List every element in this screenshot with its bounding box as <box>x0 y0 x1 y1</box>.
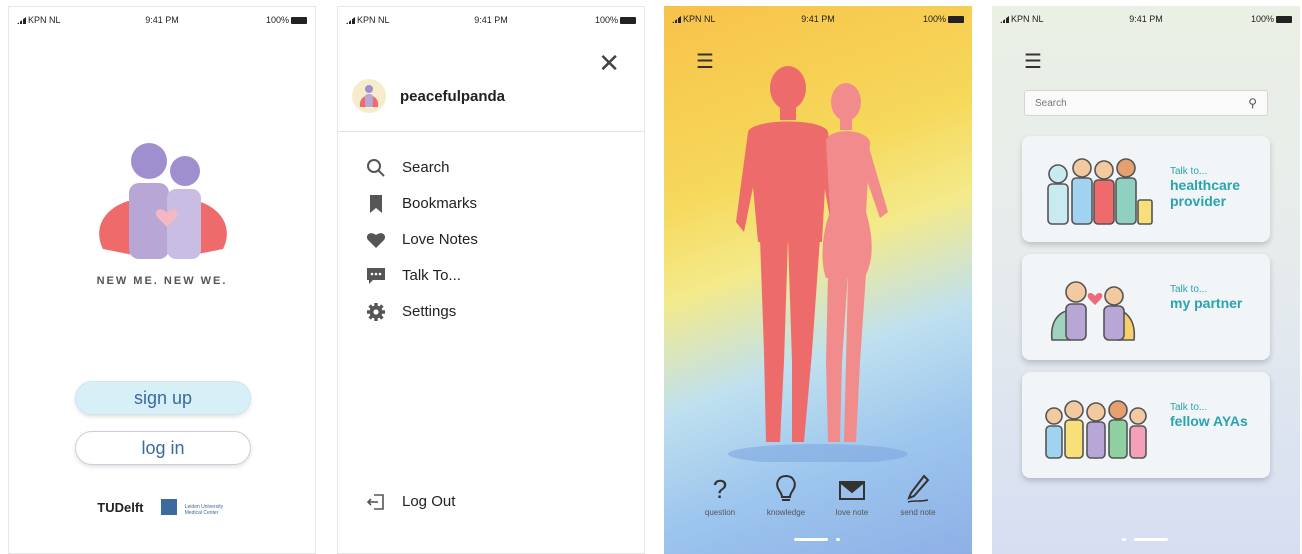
tool-send-note[interactable]: send note <box>888 474 948 517</box>
card-title: my partner <box>1170 295 1243 311</box>
card-fellow-ayas[interactable]: Talk to... fellow AYAs <box>1022 372 1270 478</box>
battery-icon <box>620 17 636 24</box>
tagline: NEW ME. NEW WE. <box>96 275 228 287</box>
tool-love-note[interactable]: love note <box>822 474 882 517</box>
battery-label: 100% <box>266 15 307 25</box>
tool-label: love note <box>835 508 869 517</box>
menu-item-label: Bookmarks <box>402 195 478 212</box>
lightbulb-icon <box>756 474 816 504</box>
chat-icon <box>367 268 385 284</box>
menu-item-label: Talk To... <box>402 267 461 284</box>
battery-icon <box>1276 16 1292 23</box>
tudelft-logo: TUDelft <box>97 500 144 515</box>
status-bar: KPN NL 9:41 PM 100% <box>992 6 1300 30</box>
body-toolbar: ? question knowledge love note send note <box>664 474 972 524</box>
lumc-logo-text: Leiden University Medical Center <box>184 504 224 516</box>
status-bar: KPN NL 9:41 PM 100% <box>9 7 315 31</box>
logout-icon <box>366 494 384 510</box>
avatar-figure-icon <box>359 85 379 107</box>
card-pre: Talk to... <box>1170 166 1208 177</box>
body-figures[interactable] <box>718 62 918 462</box>
status-bar: KPN NL 9:41 PM 100% <box>338 7 644 31</box>
avatar <box>352 79 386 113</box>
divider <box>338 131 644 132</box>
menu-item-label: Search <box>402 159 450 176</box>
menu-item-label: Love Notes <box>402 231 478 248</box>
battery-label: 100% <box>923 14 964 24</box>
card-pre: Talk to... <box>1170 402 1208 413</box>
tool-label: send note <box>900 508 936 517</box>
app-logo <box>99 143 227 259</box>
battery-label: 100% <box>595 15 636 25</box>
card-title-2: provider <box>1170 193 1227 209</box>
close-icon[interactable]: ✕ <box>598 50 620 76</box>
card-my-partner[interactable]: Talk to... my partner <box>1022 254 1270 360</box>
battery-label: 100% <box>1251 14 1292 24</box>
partner-logos: TUDelft Leiden University Medical Center <box>9 499 315 516</box>
tool-question[interactable]: ? question <box>690 474 750 517</box>
search-icon <box>367 159 385 177</box>
tool-knowledge[interactable]: knowledge <box>756 474 816 517</box>
tool-label: knowledge <box>766 508 806 517</box>
card-healthcare-provider[interactable]: Talk to... healthcare provider <box>1022 136 1270 242</box>
hamburger-menu-icon[interactable]: ☰ <box>696 52 714 72</box>
logout-label: Log Out <box>402 493 456 510</box>
heart-icon <box>366 233 386 248</box>
welcome-screen: KPN NL 9:41 PM 100% NEW ME. NEW WE. sign… <box>8 6 316 554</box>
body-screen: KPN NL 9:41 PM 100% ☰ ? question knowled… <box>664 6 972 554</box>
signup-button[interactable]: sign up <box>75 381 251 415</box>
fellow-ayas-group-icon <box>1045 400 1147 459</box>
status-bar: KPN NL 9:41 PM 100% <box>664 6 972 30</box>
question-icon: ? <box>712 474 728 504</box>
bookmark-icon <box>370 195 382 213</box>
battery-icon <box>948 16 964 23</box>
search-icon: ⚲ <box>1248 96 1257 110</box>
username: peacefulpanda <box>400 88 506 105</box>
menu-screen: KPN NL 9:41 PM 100% ✕ peacefulpanda Sear… <box>337 6 645 554</box>
menu-item-label: Settings <box>402 303 457 320</box>
talk-to-screen: KPN NL 9:41 PM 100% ☰ Search ⚲ Talk to..… <box>992 6 1300 554</box>
hamburger-menu-icon[interactable]: ☰ <box>1024 52 1042 72</box>
battery-icon <box>291 17 307 24</box>
lumc-logo <box>161 499 178 515</box>
search-placeholder: Search <box>1035 98 1067 109</box>
card-title: fellow AYAs <box>1170 413 1248 429</box>
partner-couple-icon <box>1050 281 1136 341</box>
envelope-icon <box>822 474 882 504</box>
gear-icon <box>367 303 385 321</box>
page-indicator-dot[interactable] <box>836 538 840 541</box>
card-pre: Talk to... <box>1170 284 1208 295</box>
pen-icon <box>888 474 948 504</box>
tool-label: question <box>704 508 736 517</box>
page-indicator-active <box>794 538 828 541</box>
healthcare-team-icon <box>1047 158 1153 225</box>
card-title: healthcare <box>1170 177 1241 193</box>
search-input[interactable]: Search ⚲ <box>1024 90 1268 116</box>
login-button[interactable]: log in <box>75 431 251 465</box>
page-indicator-dot[interactable] <box>1122 538 1126 541</box>
page-indicator-active <box>1134 538 1168 541</box>
